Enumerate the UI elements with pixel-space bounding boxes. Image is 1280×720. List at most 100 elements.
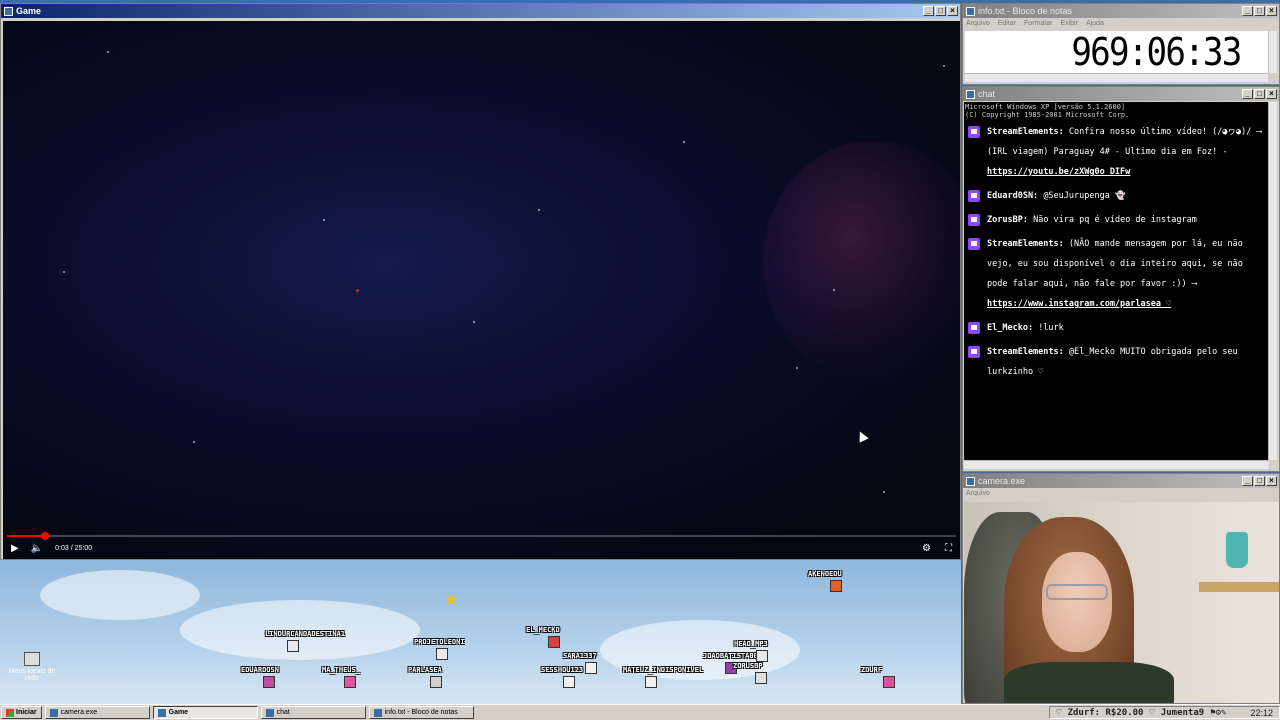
chat-username[interactable]: Eduard0SN: [987, 191, 1038, 201]
menu-formatar[interactable]: Formatar [1024, 20, 1052, 27]
minimize-button[interactable]: _ [1242, 6, 1253, 16]
maximize-button[interactable]: □ [935, 6, 946, 16]
menu-arquivo[interactable]: Arquivo [966, 490, 990, 497]
taskbar-item-label: camera.exe [60, 709, 98, 716]
close-button[interactable]: × [1266, 6, 1277, 16]
taskbar: Iniciar camera.exe Game chat info.txt - … [0, 704, 1280, 720]
exit-fullscreen-icon[interactable]: ⛶ [945, 543, 952, 554]
play-icon[interactable]: ▶ [11, 543, 19, 554]
chat-horizontal-scrollbar[interactable] [964, 460, 1269, 469]
notepad-titlebar[interactable]: info.txt - Bloco de notas _ □ × [963, 4, 1279, 18]
star [538, 209, 540, 211]
desktop-icon-network[interactable]: Meus locais de rede [6, 652, 58, 682]
taskbar-item-chat[interactable]: chat [260, 706, 366, 719]
minimize-button[interactable]: _ [923, 6, 934, 16]
menu-editar[interactable]: Editar [998, 20, 1016, 27]
close-button[interactable]: × [1266, 89, 1277, 99]
notepad-window[interactable]: info.txt - Bloco de notas _ □ × Arquivo … [962, 3, 1280, 85]
close-button[interactable]: × [1266, 476, 1277, 486]
chat-window[interactable]: chat _ □ × Microsoft Windows XP [versão … [962, 86, 1280, 472]
chat-username[interactable]: ZorusBP: [987, 215, 1028, 225]
desktop-icon-label: Meus locais de rede [8, 668, 56, 682]
minimize-button[interactable]: _ [1242, 89, 1253, 99]
camera-titlebar[interactable]: camera.exe _ □ × [963, 474, 1279, 488]
maximize-button[interactable]: □ [1254, 6, 1265, 16]
chat-avatar [430, 676, 442, 688]
chat-username[interactable]: StreamElements: [987, 347, 1064, 357]
taskbar-item-notepad[interactable]: info.txt - Bloco de notas [368, 706, 474, 719]
tray-icons[interactable]: ⚑⚙✎ [1210, 708, 1226, 718]
avatar-username: EL_MECKO [526, 626, 560, 634]
cmd-app-icon [966, 89, 975, 99]
tray-donation: Zdurf: R$20.00 [1067, 707, 1144, 718]
cmd-app-icon [265, 708, 274, 717]
star [63, 271, 65, 273]
star [883, 491, 885, 493]
game-window-title: Game [16, 6, 42, 16]
video-player[interactable]: ▶ 🔈 0:03 / 25:00 ⚙ ⛶ [3, 21, 960, 559]
notepad-text-area[interactable]: 969:06:33 [965, 30, 1268, 74]
minimize-button[interactable]: _ [1242, 476, 1253, 486]
camera-menubar: Arquivo [963, 488, 1279, 499]
notepad-window-title: info.txt - Bloco de notas [978, 6, 1073, 16]
windows-logo-icon [6, 708, 14, 717]
chat-vertical-scrollbar[interactable] [1268, 102, 1277, 460]
cloud [40, 570, 200, 620]
chat-avatar [548, 636, 560, 648]
taskbar-item-camera[interactable]: camera.exe [44, 706, 150, 719]
start-button[interactable]: Iniciar [1, 706, 42, 719]
camera-app-icon [966, 476, 975, 486]
chat-console[interactable]: Microsoft Windows XP [versão 5.1.2600] (… [964, 102, 1269, 460]
chat-window-title: chat [978, 89, 996, 99]
camera-window[interactable]: camera.exe _ □ × Arquivo [962, 473, 1280, 704]
stream-timer: 969:06:33 [1071, 30, 1242, 74]
notepad-menubar: Arquivo Editar Formatar Exibir Ajuda [963, 18, 1279, 29]
star [193, 441, 195, 443]
star [473, 321, 475, 323]
twitch-badge-icon [968, 126, 980, 138]
avatar-username: ZDURF [861, 666, 883, 674]
menu-arquivo[interactable]: Arquivo [966, 20, 990, 27]
chat-link[interactable]: https://www.instagram.com/parlasea ♡ [987, 299, 1171, 309]
star-icon: ★ [444, 592, 459, 609]
taskbar-item-label: info.txt - Bloco de notas [384, 709, 458, 716]
close-button[interactable]: × [947, 6, 958, 16]
chat-username[interactable]: StreamElements: [987, 127, 1064, 137]
chat-message: El_Mecko: !lurk [964, 316, 1269, 340]
menu-ajuda[interactable]: Ajuda [1086, 20, 1104, 27]
chat-username[interactable]: StreamElements: [987, 239, 1064, 249]
star [683, 141, 685, 143]
taskbar-item-game[interactable]: Game [152, 706, 258, 719]
vase [1226, 532, 1248, 568]
chat-avatar [263, 676, 275, 688]
chat-avatar [436, 648, 448, 660]
chat-text: @SeuJurupenga 👻 [1043, 191, 1126, 201]
chat-message: StreamElements: (NÃO mande mensagem por … [964, 232, 1269, 316]
maximize-button[interactable]: □ [1254, 89, 1265, 99]
chat-avatar [883, 676, 895, 688]
notepad-vertical-scrollbar[interactable] [1268, 31, 1277, 73]
chat-username[interactable]: El_Mecko: [987, 323, 1033, 333]
chat-message: Eduard0SN: @SeuJurupenga 👻 [964, 184, 1269, 208]
taskbar-item-label: Game [168, 709, 189, 716]
settings-gear-icon[interactable]: ⚙ [922, 543, 931, 554]
twitch-badge-icon [968, 190, 980, 202]
avatar-username: HEAD_MP3 [734, 640, 768, 648]
maximize-button[interactable]: □ [1254, 476, 1265, 486]
chat-text: Não vira pq é vídeo de instagram [1033, 215, 1197, 225]
star [107, 51, 109, 53]
game-titlebar[interactable]: Game _ □ × [1, 4, 960, 18]
star [943, 65, 945, 67]
chat-link[interactable]: https://youtu.be/zXWg0o_DIFw [987, 167, 1130, 177]
volume-icon[interactable]: 🔈 [31, 543, 43, 554]
chat-titlebar[interactable]: chat _ □ × [963, 87, 1279, 101]
avatar-username: PARLASEA [408, 666, 442, 674]
webcam-feed [964, 502, 1279, 703]
menu-exibir[interactable]: Exibir [1060, 20, 1078, 27]
console-header-line: Microsoft Windows XP [versão 5.1.2600] [965, 103, 1126, 111]
twitch-badge-icon [968, 238, 980, 250]
notepad-horizontal-scrollbar[interactable] [965, 73, 1268, 82]
game-window[interactable]: Game _ □ × ▶ 🔈 0:03 / 25:00 ⚙ ⛶ [0, 3, 961, 560]
tray-follower: Jumenta9 [1160, 707, 1205, 718]
avatar-username: SARA1337 [563, 652, 597, 660]
